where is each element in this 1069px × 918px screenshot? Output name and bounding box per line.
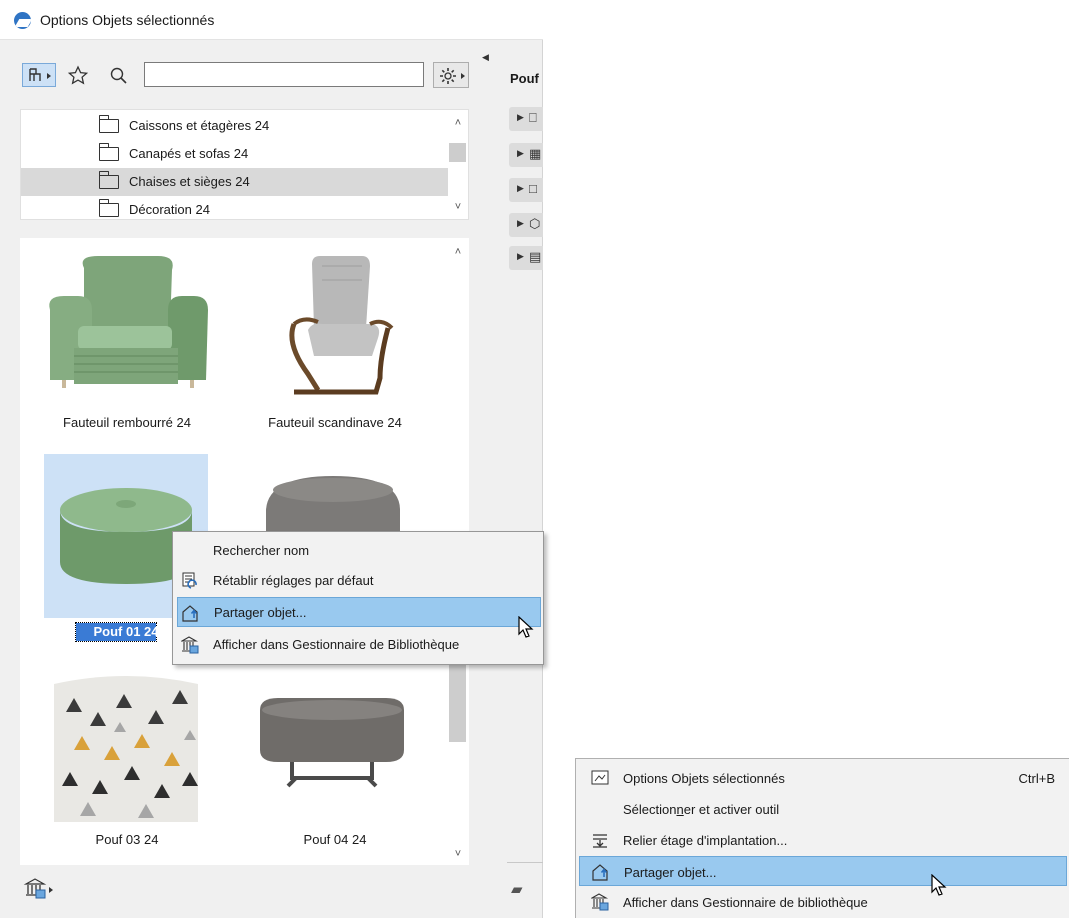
menu-item-show-in-library-manager[interactable]: Afficher dans Gestionnaire de bibliothèq… [579, 887, 1067, 917]
folder-icon [99, 115, 119, 133]
menu-item-link-story[interactable]: Relier étage d'implantation... [579, 825, 1067, 855]
thumbnail-upholstered-armchair[interactable] [44, 248, 214, 398]
object-filter-icon [29, 68, 51, 81]
divider [507, 862, 543, 863]
gallery-scroll-up-icon[interactable]: ˄ [451, 246, 465, 258]
search-input[interactable] [144, 62, 424, 87]
menu-item-label: Options Objets sélectionnés [623, 771, 785, 786]
context-menu: Rechercher nom Rétablir réglages par déf… [172, 531, 544, 665]
gallery-scroll-down-icon[interactable]: ˅ [451, 848, 465, 860]
menu-item-show-in-library-manager[interactable]: Afficher dans Gestionnaire de Bibliothèq… [177, 630, 541, 660]
object-label[interactable]: Pouf 03 24 [22, 832, 232, 847]
window-title: Options Objets sélectionnés [40, 12, 215, 28]
menu-item-label: Afficher dans Gestionnaire de Bibliothèq… [213, 637, 460, 652]
parameters-icon: ▦ [529, 146, 542, 161]
reset-defaults-icon [182, 572, 197, 589]
model-icon: ⬡ [529, 216, 541, 231]
side-panel-tab-floorplan[interactable]: ▶ □ [509, 178, 543, 202]
folder-icon [99, 171, 119, 189]
folder-item[interactable]: Canapés et sofas 24 [21, 140, 448, 168]
library-manager-icon [181, 636, 199, 654]
expand-arrow-icon: ▶ [517, 148, 524, 158]
expand-arrow-icon: ▶ [517, 112, 524, 122]
folder-list[interactable]: Caissons et étagères 24 Canapés et sofas… [20, 109, 469, 220]
preview-icon: ⎕ [529, 110, 537, 125]
folder-label: Décoration 24 [129, 202, 210, 217]
menu-item-label: Relier étage d'implantation... [623, 833, 788, 848]
menu-item-label: Sélectionner et activer outil [623, 802, 780, 817]
search-icon [110, 67, 127, 84]
menu-item-object-settings[interactable]: Options Objets sélectionnés Ctrl+B [579, 763, 1067, 793]
side-panel-tab-preview[interactable]: ▶ ⎕ [509, 107, 543, 131]
favorites-button[interactable] [63, 63, 91, 87]
object-label[interactable]: Pouf 04 24 [230, 832, 440, 847]
side-panel-header: Pouf [510, 71, 539, 86]
mouse-cursor-icon [518, 616, 534, 638]
menu-item-label: Rechercher nom [213, 543, 310, 558]
menu-item-share-object[interactable]: Partager objet... [177, 597, 541, 627]
context-menu-2: Options Objets sélectionnés Ctrl+B Sélec… [575, 758, 1069, 918]
menu-item-select-activate-tool[interactable]: Sélectionner et activer outil [579, 794, 1067, 824]
library-manager-button[interactable] [22, 876, 56, 902]
menu-item-label: Rétablir réglages par défaut [213, 573, 374, 588]
menu-item-share-object[interactable]: Partager objet... [579, 856, 1067, 886]
mouse-cursor-icon [931, 874, 947, 896]
side-panel-tab-listing[interactable]: ▶ ▤ [509, 246, 543, 270]
object-label[interactable]: Fauteuil scandinave 24 [230, 415, 440, 430]
gallery-scrollbar-thumb[interactable] [449, 662, 466, 742]
search-button[interactable] [104, 63, 132, 87]
folder-item[interactable]: Caissons et étagères 24 [21, 112, 448, 140]
folder-label: Canapés et sofas 24 [129, 146, 249, 161]
gear-icon [440, 68, 465, 84]
expand-arrow-icon: ▶ [517, 218, 524, 228]
folder-scrollbar-thumb[interactable] [449, 143, 466, 162]
side-panel-tab-model[interactable]: ▶ ⬡ [509, 213, 543, 237]
thumbnail-pouf-03[interactable] [44, 668, 208, 828]
thumbnail-scandinavian-chair[interactable] [270, 250, 400, 400]
settings-button[interactable] [433, 62, 469, 88]
folder-icon [99, 199, 119, 217]
folder-item[interactable]: Décoration 24 [21, 196, 448, 224]
share-object-icon [182, 605, 198, 622]
share-object-icon [592, 864, 608, 881]
menu-item-reset-defaults[interactable]: Rétablir réglages par défaut [177, 566, 541, 596]
menu-item-search-name[interactable]: Rechercher nom [177, 536, 541, 566]
menu-item-label: Partager objet... [624, 865, 717, 880]
menu-item-label: Partager objet... [214, 605, 307, 620]
object-filter-button[interactable] [22, 63, 56, 87]
floorplan-icon: □ [529, 181, 537, 196]
title-bar: Options Objets sélectionnés [0, 0, 543, 40]
folder-icon [99, 143, 119, 161]
folder-scroll-up-icon[interactable]: ˄ [451, 117, 465, 129]
object-settings-dialog: Options Objets sélectionnés Caissons et … [0, 0, 543, 918]
object-settings-icon [591, 770, 609, 785]
expand-arrow-icon: ▶ [517, 183, 524, 193]
star-icon [67, 65, 89, 85]
object-label[interactable]: Fauteuil rembourré 24 [22, 415, 232, 430]
thumbnail-pouf-04[interactable] [252, 696, 412, 796]
bottom-tool-icon[interactable]: ▰ [511, 880, 523, 898]
folder-label: Chaises et sièges 24 [129, 174, 250, 189]
library-manager-icon [591, 893, 609, 911]
library-icon [23, 878, 53, 899]
collapse-arrow-icon[interactable]: ◀ [482, 52, 489, 63]
expand-arrow-icon: ▶ [517, 251, 524, 261]
side-panel-tab-parameters[interactable]: ▶ ▦ [509, 143, 543, 167]
menu-item-shortcut: Ctrl+B [1018, 771, 1055, 786]
folder-item-selected[interactable]: Chaises et sièges 24 [21, 168, 448, 196]
menu-item-label: Afficher dans Gestionnaire de bibliothèq… [623, 895, 868, 910]
link-story-icon [593, 834, 607, 848]
folder-label: Caissons et étagères 24 [129, 118, 270, 133]
listing-icon: ▤ [529, 249, 542, 264]
archicad-app-icon [14, 12, 31, 29]
folder-scroll-down-icon[interactable]: ˅ [451, 201, 465, 213]
